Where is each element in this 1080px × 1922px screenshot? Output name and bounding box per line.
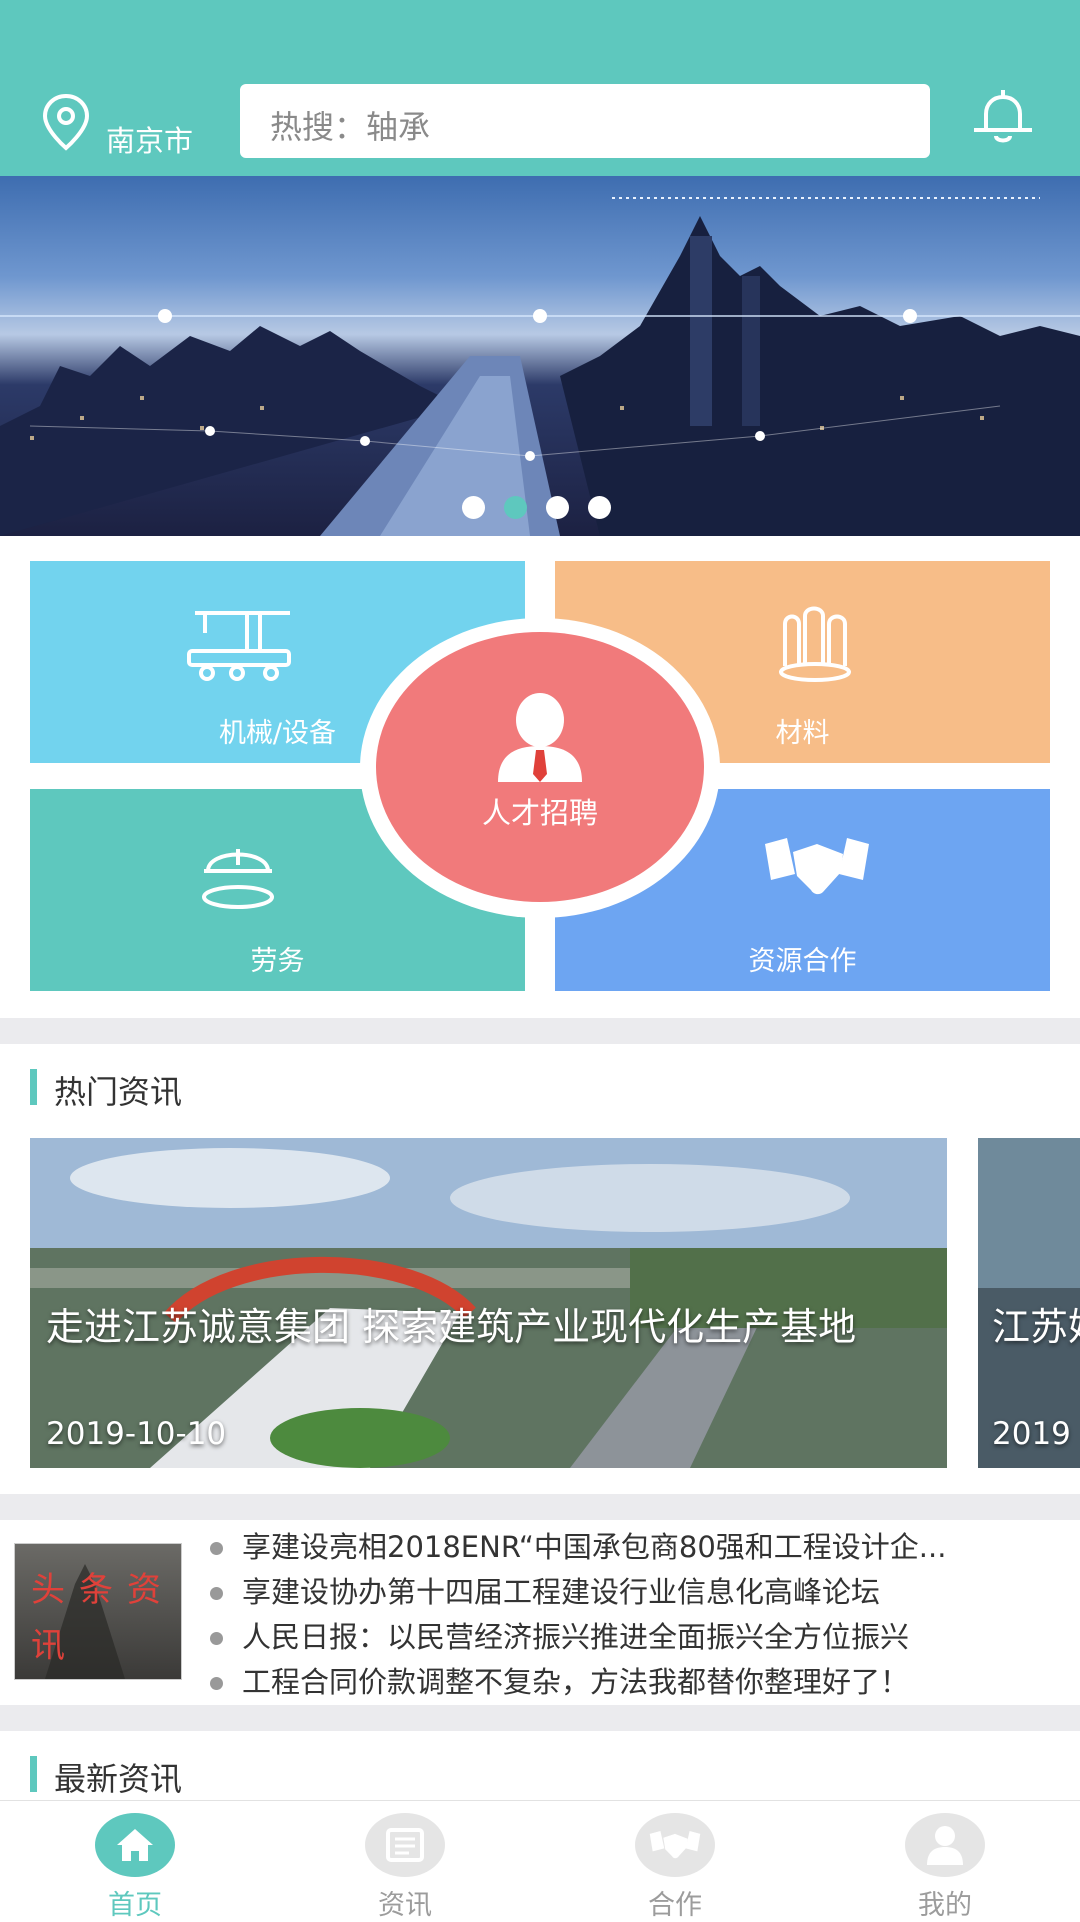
category-cooperation-label: 资源合作 [748, 946, 857, 977]
hot-news-card[interactable]: 江苏姓安 2019 [978, 1138, 1080, 1468]
city-selector[interactable]: 南京市 [106, 118, 193, 160]
headline-list: 享建设亮相2018ENR“中国承包商80强和工程设计企... 享建设协办第十四届… [210, 1525, 1070, 1705]
tab-profile[interactable]: 我的 [875, 1813, 1015, 1922]
hot-news-card-title: 走进江苏诚意集团 探索建筑产业现代化生产基地 [46, 1305, 857, 1349]
hot-news-card-title: 江苏姓安 [992, 1305, 1080, 1349]
bottom-tab-bar: 首页 资讯 合作 我的 [0, 1800, 1080, 1921]
city-skyline-image [0, 197, 1080, 536]
handshake-icon [765, 838, 869, 895]
section-divider [0, 1494, 1080, 1520]
carousel-indicator [462, 496, 611, 519]
search-input[interactable]: 热搜：轴承 [240, 84, 930, 158]
headline-item[interactable]: 工程合同价款调整不复杂，方法我都替你整理好了！ [210, 1660, 1070, 1705]
banner-carousel[interactable] [0, 176, 1080, 536]
hot-news-title: 热门资讯 [54, 1073, 183, 1111]
hot-news-card-date: 2019-10-10 [46, 1416, 227, 1452]
headline-item[interactable]: 人民日报：以民营经济振兴推进全面振兴全方位振兴 [210, 1615, 1070, 1660]
category-recruit[interactable]: 人才招聘 [376, 632, 704, 902]
news-icon [365, 1813, 445, 1877]
headline-badge: 头条资讯 [14, 1543, 182, 1680]
tab-home-label: 首页 [108, 1890, 162, 1921]
category-labor-label: 劳务 [250, 946, 305, 977]
headline-badge-text: 头条资讯 [31, 1570, 175, 1666]
tab-news-label: 资讯 [378, 1890, 432, 1921]
carousel-dot[interactable] [462, 496, 485, 519]
headline-item[interactable]: 享建设协办第十四届工程建设行业信息化高峰论坛 [210, 1570, 1070, 1615]
section-divider [0, 1018, 1080, 1044]
top-header: 南京市 热搜：轴承 [0, 0, 1080, 176]
section-divider [0, 1705, 1080, 1731]
tab-home[interactable]: 首页 [65, 1813, 205, 1922]
tab-cooperation-label: 合作 [648, 1890, 702, 1921]
location-pin-icon[interactable] [40, 92, 92, 152]
bell-icon[interactable] [968, 84, 1038, 154]
handshake-icon [635, 1813, 715, 1877]
carousel-dot-active[interactable] [504, 496, 527, 519]
search-placeholder: 热搜：轴承 [270, 108, 431, 146]
tab-news[interactable]: 资讯 [335, 1813, 475, 1922]
hardhat-icon [202, 849, 274, 909]
hot-news-card-date: 2019 [992, 1416, 1071, 1452]
section-accent-bar [30, 1756, 37, 1792]
section-accent-bar [30, 1069, 37, 1105]
materials-roll-icon [779, 606, 851, 682]
crane-icon [187, 611, 291, 681]
headline-item[interactable]: 享建设亮相2018ENR“中国承包商80强和工程设计企... [210, 1525, 1070, 1570]
carousel-dot[interactable] [546, 496, 569, 519]
hot-news-card[interactable]: 走进江苏诚意集团 探索建筑产业现代化生产基地 2019-10-10 [30, 1138, 947, 1468]
category-recruit-label: 人才招聘 [481, 796, 598, 830]
latest-news-title: 最新资讯 [54, 1760, 183, 1798]
tab-cooperation[interactable]: 合作 [605, 1813, 745, 1922]
recruiter-person-icon [498, 693, 582, 782]
home-icon [95, 1813, 175, 1877]
carousel-dot[interactable] [588, 496, 611, 519]
user-icon [905, 1813, 985, 1877]
tab-profile-label: 我的 [918, 1890, 972, 1921]
